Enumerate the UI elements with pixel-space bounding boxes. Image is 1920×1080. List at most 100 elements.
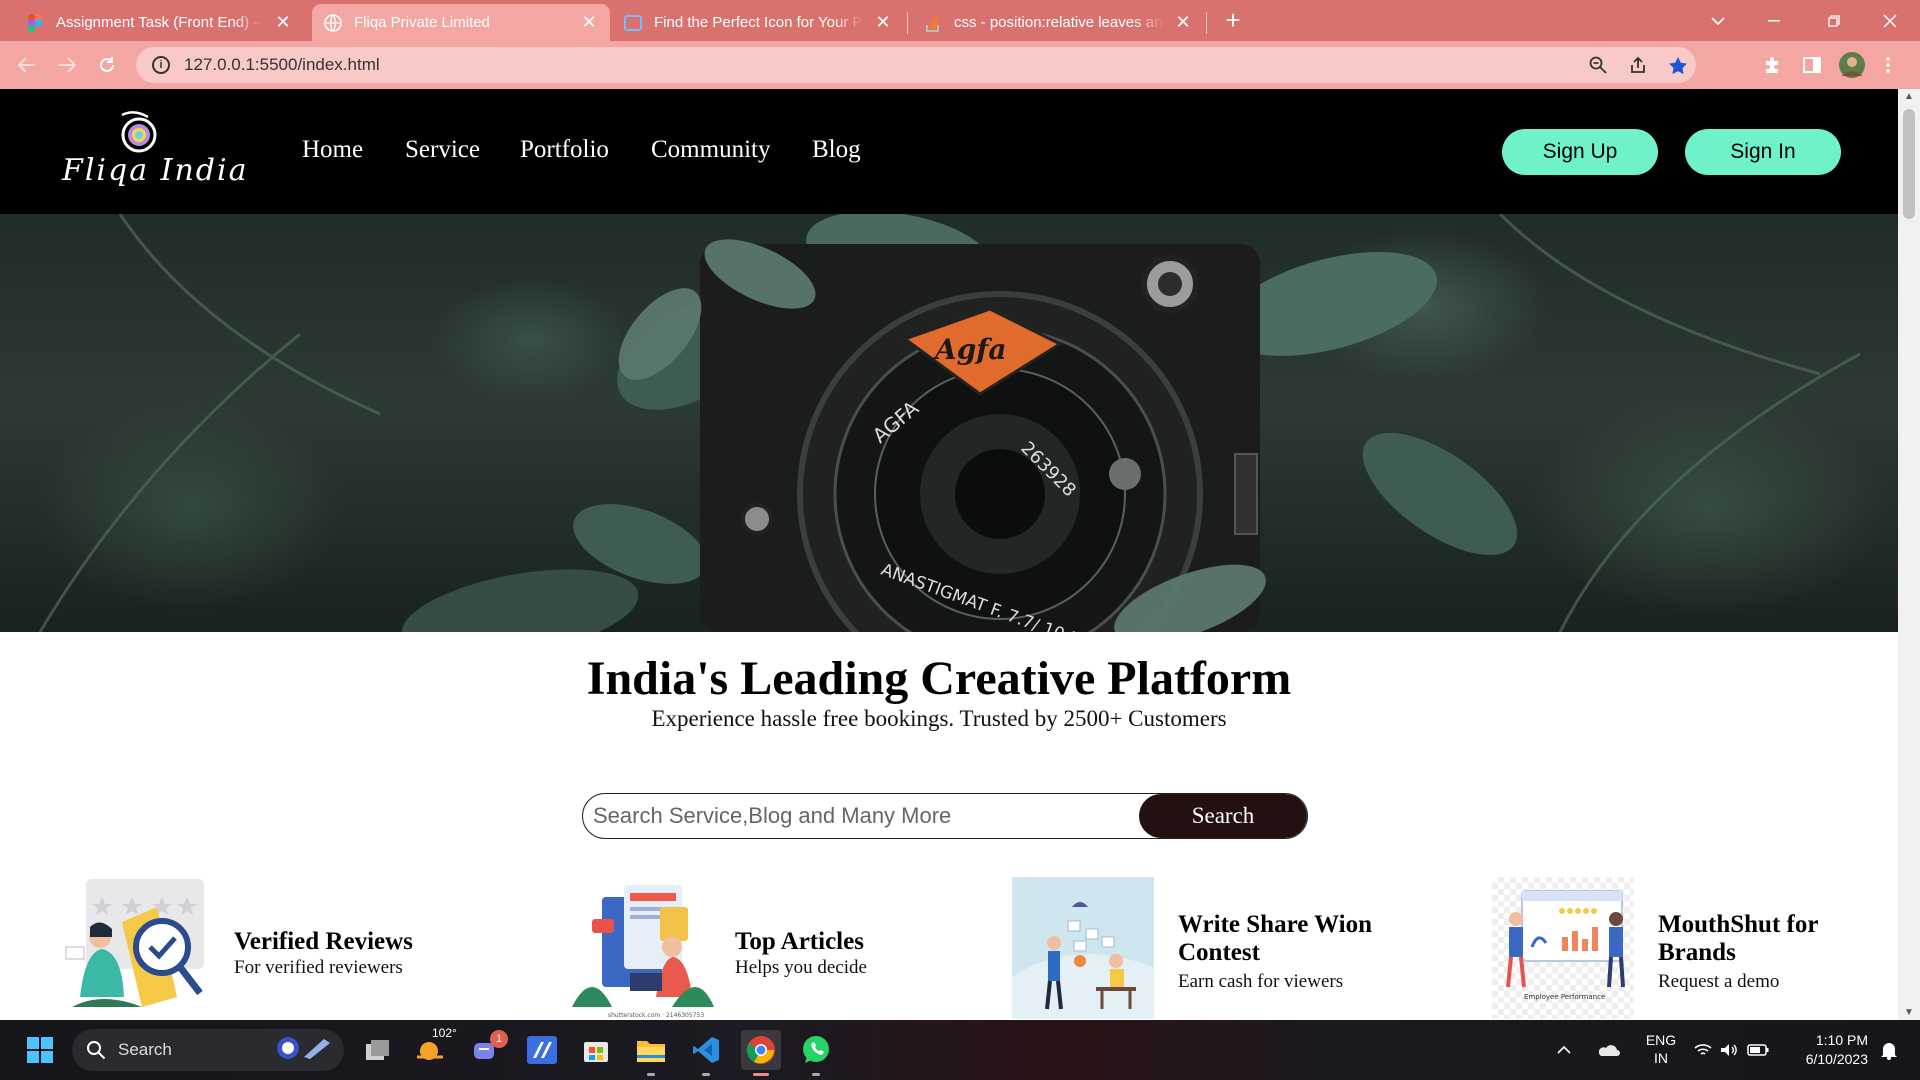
active-indicator: [753, 1073, 769, 1076]
chrome-icon[interactable]: [741, 1030, 781, 1076]
search-bar: Search: [582, 793, 1308, 839]
nav-service[interactable]: Service: [405, 136, 480, 164]
close-icon[interactable]: ✕: [580, 12, 598, 33]
tab-separator: [907, 12, 908, 34]
close-icon[interactable]: ✕: [874, 12, 892, 33]
nav-home[interactable]: Home: [302, 136, 363, 164]
frame-icon: [624, 14, 642, 32]
back-arrow-icon[interactable]: [11, 49, 43, 81]
page-viewport: Fliqa India Home Service Portfolio Commu…: [0, 89, 1898, 1020]
feature-title: Verified Reviews: [234, 928, 413, 955]
tray-overflow-chevron-icon[interactable]: [1550, 1030, 1578, 1070]
restore-icon[interactable]: [1806, 0, 1862, 41]
running-indicator: [647, 1073, 655, 1076]
tab-title: Fliqa Private Limited: [354, 14, 490, 31]
clock[interactable]: 1:10 PM 6/10/2023: [1780, 1031, 1868, 1069]
nav-portfolio[interactable]: Portfolio: [520, 136, 609, 164]
site-info-icon[interactable]: i: [152, 56, 170, 74]
globe-icon: [324, 13, 342, 32]
zoom-icon[interactable]: [1580, 47, 1616, 83]
feature-verified-reviews[interactable]: Verified Reviews For verified reviewers: [62, 877, 462, 1019]
taskbar-search[interactable]: Search: [72, 1029, 344, 1071]
tab-title: Find the Perfect Icon for Your Pro: [654, 14, 864, 31]
nav-community[interactable]: Community: [651, 136, 770, 164]
notification-bell-icon[interactable]: [1874, 1030, 1904, 1070]
wifi-icon[interactable]: [1690, 1030, 1716, 1070]
profile-avatar[interactable]: [1836, 49, 1868, 81]
top-articles-illustration: shutterstock.com · 2146305753: [572, 877, 714, 1019]
microsoft-store-icon[interactable]: [576, 1030, 616, 1070]
whatsapp-icon[interactable]: [796, 1030, 836, 1076]
file-explorer-icon[interactable]: [631, 1030, 671, 1076]
taskbar-search-label: Search: [118, 1040, 172, 1059]
scrollbar-thumb[interactable]: [1903, 109, 1915, 219]
feature-subtitle: Helps you decide: [735, 957, 867, 978]
page-scrollbar[interactable]: ▲ ▼: [1898, 89, 1920, 1020]
tab-stackoverflow[interactable]: css - position:relative leaves an e ✕: [912, 4, 1204, 41]
teams-chat-icon[interactable]: 1: [466, 1030, 508, 1070]
scroll-up-arrow-icon[interactable]: ▲: [1898, 91, 1920, 102]
search-button[interactable]: Search: [1139, 794, 1307, 838]
weather-temperature: 102°: [432, 1026, 457, 1040]
feature-mouthshut-brands[interactable]: Employee Performance MouthShut for Brand…: [1492, 877, 1892, 1019]
tab-figma[interactable]: Assignment Task (Front End) – Fi ✕: [14, 4, 304, 41]
kebab-menu-icon[interactable]: [1878, 49, 1898, 81]
feature-top-articles[interactable]: shutterstock.com · 2146305753 Top Articl…: [572, 877, 952, 1019]
logo-text: Fliqa India: [62, 153, 249, 188]
camera-lens-icon: [121, 111, 157, 153]
window-close-icon[interactable]: [1862, 0, 1918, 41]
url-bar[interactable]: i 127.0.0.1:5500/index.html: [136, 47, 1696, 83]
onedrive-cloud-icon[interactable]: [1592, 1030, 1624, 1070]
tab-title: css - position:relative leaves an e: [954, 14, 1164, 31]
nav-blog[interactable]: Blog: [812, 136, 861, 164]
region-code: IN: [1654, 1050, 1668, 1066]
windows-start-icon[interactable]: [20, 1030, 60, 1070]
brands-illustration: Employee Performance: [1492, 877, 1634, 1019]
editor-app-icon[interactable]: [522, 1030, 562, 1070]
tab-fliqa[interactable]: Fliqa Private Limited ✕: [312, 4, 610, 41]
scroll-down-arrow-icon[interactable]: ▼: [1898, 1007, 1920, 1018]
new-tab-plus-icon[interactable]: +: [1207, 0, 1259, 41]
stackoverflow-icon: [924, 14, 942, 32]
feature-write-share-contest[interactable]: Write Share Wion Contest Earn cash for v…: [1012, 877, 1412, 1019]
side-panel-icon[interactable]: [1796, 49, 1828, 81]
extensions-puzzle-icon[interactable]: [1756, 49, 1788, 81]
share-icon[interactable]: [1620, 47, 1656, 83]
clock-date: 6/10/2023: [1805, 1051, 1868, 1067]
battery-icon[interactable]: [1744, 1030, 1772, 1070]
url-text: 127.0.0.1:5500/index.html: [184, 55, 380, 74]
page-subheadline: Experience hassle free bookings. Trusted…: [651, 706, 1227, 731]
minimize-icon[interactable]: [1746, 0, 1802, 41]
camera-illustration: AGFA 263928 ANASTIGMAT F. 7.7/ 10.5cm Ag…: [38, 214, 1861, 632]
tab-search-chevron-icon[interactable]: [1690, 0, 1746, 41]
vscode-icon[interactable]: [686, 1030, 726, 1076]
feature-subtitle: For verified reviewers: [234, 957, 403, 978]
language-indicator[interactable]: ENG IN: [1644, 1031, 1678, 1067]
bookmark-star-icon[interactable]: [1660, 47, 1696, 83]
tab-title: Assignment Task (Front End) – Fi: [56, 14, 264, 31]
volume-icon[interactable]: [1716, 1030, 1742, 1070]
agfa-badge-text: Agfa: [932, 333, 1007, 366]
site-logo[interactable]: Fliqa India: [62, 107, 249, 197]
browser-toolbar: i 127.0.0.1:5500/index.html: [0, 41, 1920, 89]
illustration-caption: shutterstock.com · 2146305753: [608, 1012, 704, 1019]
feature-title: MouthShut for Brands: [1658, 911, 1818, 966]
running-indicator: [702, 1073, 710, 1076]
figma-icon: [26, 13, 44, 32]
forward-arrow-icon[interactable]: [51, 49, 83, 81]
search-input[interactable]: [583, 794, 1139, 838]
reload-icon[interactable]: [91, 49, 123, 81]
search-icon: [87, 1041, 106, 1060]
sign-up-button[interactable]: Sign Up: [1502, 129, 1658, 175]
task-view-icon[interactable]: [358, 1030, 398, 1070]
notification-badge: 1: [490, 1030, 508, 1048]
sign-in-button[interactable]: Sign In: [1685, 129, 1841, 175]
close-icon[interactable]: ✕: [274, 12, 292, 33]
language-code: ENG: [1645, 1032, 1677, 1048]
verified-reviews-illustration: [62, 877, 204, 1019]
close-icon[interactable]: ✕: [1174, 12, 1192, 33]
weather-icon[interactable]: 102°: [410, 1026, 457, 1070]
clock-time: 1:10 PM: [1815, 1032, 1868, 1048]
contest-illustration: [1012, 877, 1154, 1019]
tab-icons[interactable]: Find the Perfect Icon for Your Pro ✕: [612, 4, 904, 41]
